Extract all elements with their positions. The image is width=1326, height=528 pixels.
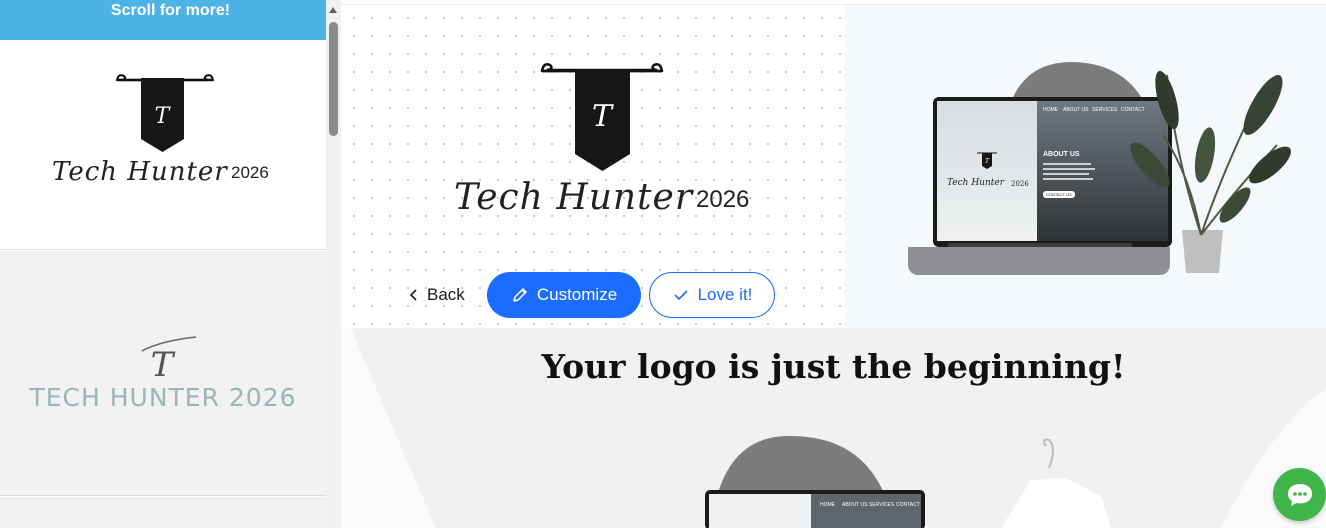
logo-year: 2026 bbox=[696, 186, 750, 213]
logo-text: TECH HUNTER 2026 bbox=[29, 383, 297, 412]
svg-text:T: T bbox=[592, 99, 614, 134]
scroll-up-arrow-icon[interactable] bbox=[329, 7, 337, 13]
customize-label: Customize bbox=[536, 285, 618, 304]
mockup-nav-item: SERVICES bbox=[869, 502, 895, 508]
app-root: T Tech Hunter 2026 T TECH HUNTER 2026 Sc… bbox=[0, 0, 1326, 528]
check-icon bbox=[674, 290, 688, 301]
customize-button[interactable]: Customize bbox=[487, 272, 641, 318]
mockup-nav-item: CONTACT bbox=[896, 502, 920, 508]
love-it-button[interactable]: Love it! bbox=[649, 272, 775, 318]
upsell-section: HOME ABOUT US SERVICES CONTACT Your logo… bbox=[341, 328, 1326, 528]
website-mockup-preview: T Tech Hunter 2026 HOME ABOUT US SERVICE… bbox=[845, 5, 1326, 328]
logo-option-card[interactable] bbox=[0, 497, 326, 528]
chat-button[interactable] bbox=[1273, 468, 1326, 521]
back-label: Back bbox=[427, 285, 465, 304]
logo-year: 2026 bbox=[231, 163, 269, 182]
scroll-hint-banner: Scroll for more! bbox=[0, 0, 341, 40]
logo-option-card[interactable]: T Tech Hunter 2026 bbox=[0, 40, 326, 250]
logo-name: Tech Hunter bbox=[52, 157, 228, 187]
logo-option-card[interactable]: T TECH HUNTER 2026 bbox=[0, 251, 326, 496]
love-it-label: Love it! bbox=[697, 285, 753, 304]
monogram-logo-mark: T bbox=[141, 336, 197, 385]
logo-sidebar: T Tech Hunter 2026 T TECH HUNTER 2026 Sc… bbox=[0, 0, 341, 528]
chat-bubble-icon bbox=[1287, 483, 1312, 506]
svg-text:T: T bbox=[155, 104, 172, 129]
mockup-nav-item: HOME bbox=[820, 502, 835, 508]
scroll-hint-text: Scroll for more! bbox=[110, 2, 231, 19]
logo-name: Tech Hunter bbox=[454, 177, 694, 218]
pencil-icon bbox=[513, 288, 527, 302]
potted-plant-illustration bbox=[1130, 70, 1291, 273]
svg-text:T: T bbox=[151, 345, 176, 385]
section-headline: Your logo is just the beginning! bbox=[541, 347, 1126, 386]
scrollbar-thumb[interactable] bbox=[329, 22, 338, 136]
banner-logo-mark: T bbox=[115, 74, 215, 152]
chevron-left-icon bbox=[409, 289, 417, 301]
back-button[interactable]: Back bbox=[407, 281, 465, 309]
mockup-nav-item: ABOUT US bbox=[842, 502, 868, 508]
